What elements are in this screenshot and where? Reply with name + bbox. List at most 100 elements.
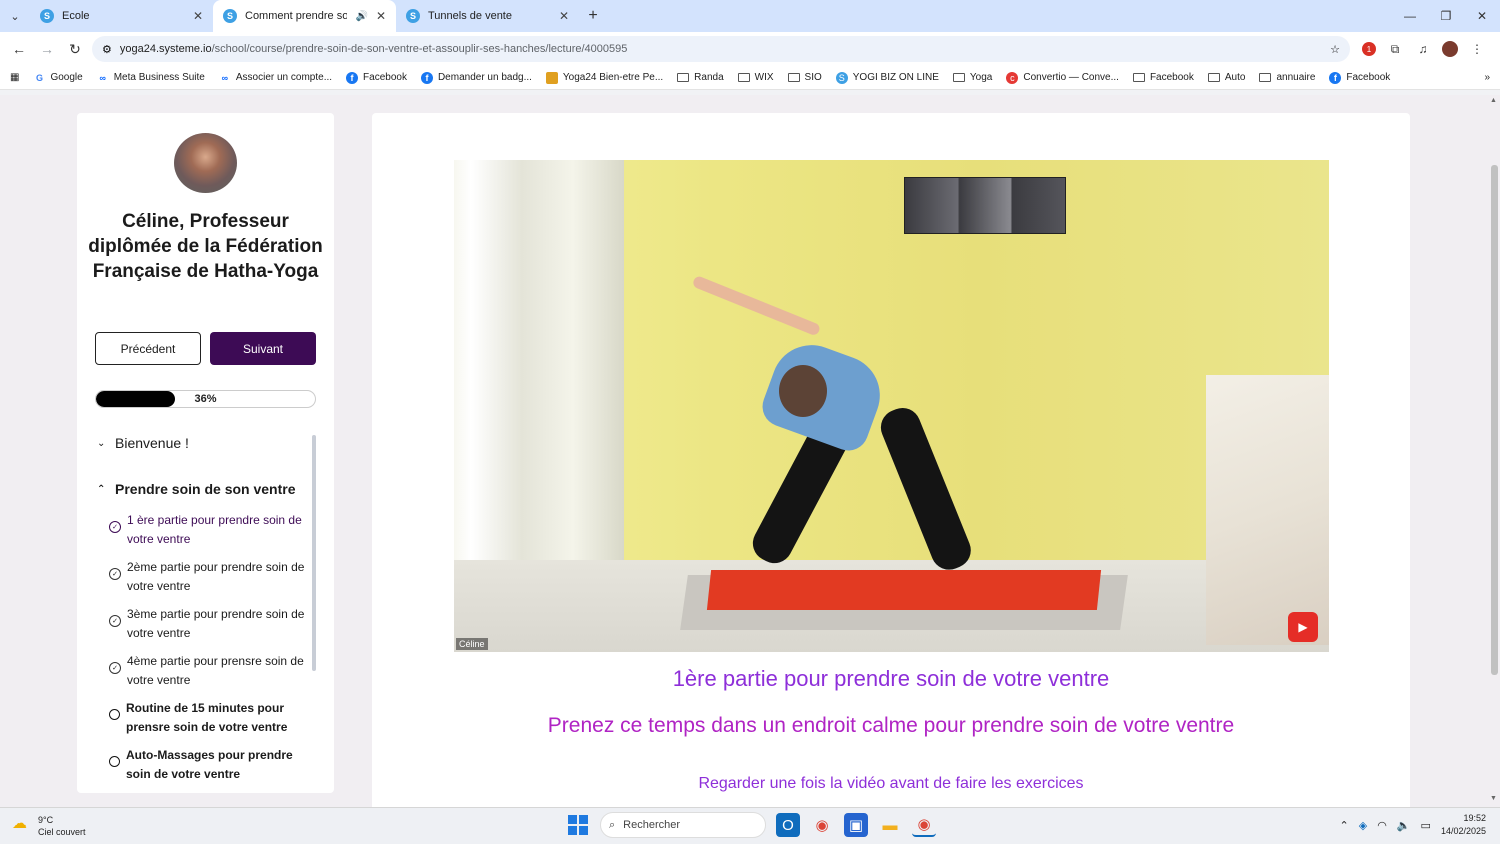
video-scene-door: [454, 160, 624, 620]
scroll-down-icon[interactable]: ▼: [1490, 795, 1497, 802]
speaker-icon[interactable]: 🔊: [355, 11, 367, 22]
module-prendre-soin[interactable]: ⌃ Prendre soin de son ventre: [97, 481, 296, 497]
file-explorer-icon[interactable]: ▬: [878, 813, 902, 837]
bookmark-label: Yoga: [969, 72, 993, 83]
lesson-content: Céline ▶ 1ère partie pour prendre soin d…: [372, 113, 1410, 813]
video-player[interactable]: Céline ▶: [454, 160, 1329, 652]
back-button[interactable]: ←: [8, 38, 30, 60]
lesson-heading: 1ère partie pour prendre soin de votre v…: [672, 666, 1110, 691]
bookmark-folder-randa[interactable]: Randa: [677, 72, 724, 83]
volume-icon[interactable]: 🔈: [1397, 819, 1411, 832]
tab-search-button[interactable]: ⌄: [0, 0, 30, 32]
chrome-icon[interactable]: ◉: [810, 813, 834, 837]
bookmark-facebook-2[interactable]: f Facebook: [1329, 71, 1391, 84]
clock-time: 19:52: [1463, 813, 1486, 823]
chevron-right-double-icon[interactable]: »: [1484, 72, 1490, 83]
lesson-subtitle: Prenez ce temps dans un endroit calme po…: [547, 714, 1235, 737]
scrollbar-thumb[interactable]: [1491, 165, 1498, 675]
apps-grid-icon[interactable]: ▦: [10, 72, 19, 83]
defender-icon[interactable]: ◈: [1359, 819, 1367, 832]
system-tray: ⌃ ◈ ◠ 🔈 ▭ 19:52 14/02/2025: [1340, 812, 1486, 838]
omnibox[interactable]: ⚙ yoga24.systeme.io/school/course/prendr…: [92, 36, 1350, 62]
course-sidebar: Céline, Professeur diplômée de la Fédéra…: [77, 113, 334, 793]
bookmark-folder-yoga[interactable]: Yoga: [952, 72, 993, 83]
taskbar-search[interactable]: ⌕ Rechercher: [600, 812, 766, 838]
more-menu-icon[interactable]: ⋮: [1468, 40, 1486, 58]
star-icon[interactable]: ☆: [1330, 43, 1340, 56]
bookmark-folder-auto[interactable]: Auto: [1207, 72, 1245, 83]
check-circle-icon: ✓: [109, 662, 121, 674]
lesson-title: 4ème partie pour prensre soin de votre v…: [127, 654, 304, 687]
bookmark-folder-facebook[interactable]: Facebook: [1132, 72, 1194, 83]
extension-badge-icon[interactable]: 1: [1362, 42, 1376, 56]
tab-course[interactable]: S Comment prendre soin de 🔊 ✕: [213, 0, 396, 32]
page-scrollbar[interactable]: ▲ ▼: [1489, 95, 1500, 807]
lesson-item[interactable]: Routine de 15 minutes pour prensre soin …: [109, 699, 309, 737]
bookmark-convertio[interactable]: c Convertio — Conve...: [1006, 71, 1119, 84]
clock[interactable]: 19:52 14/02/2025: [1441, 812, 1486, 838]
lesson-title: 2ème partie pour prendre soin de votre v…: [127, 560, 305, 593]
lesson-item[interactable]: ✓ 4ème partie pour prensre soin de votre…: [109, 652, 309, 690]
puzzle-icon[interactable]: ⧉: [1386, 40, 1404, 58]
bookmark-google[interactable]: G Google: [33, 72, 83, 84]
media-controls-icon[interactable]: ♫: [1414, 40, 1432, 58]
previous-button[interactable]: Précédent: [95, 332, 201, 365]
bookmark-label: annuaire: [1276, 72, 1316, 83]
chevron-up-icon[interactable]: ⌃: [1340, 819, 1349, 832]
bookmark-facebook[interactable]: f Facebook: [346, 71, 407, 84]
close-icon[interactable]: ✕: [559, 9, 569, 23]
module-list: ⌄ Bienvenue ! ⌃ Prendre soin de son vent…: [77, 435, 321, 780]
site-info-icon[interactable]: ⚙: [102, 43, 112, 56]
url-host: yoga24.systeme.io: [119, 43, 212, 55]
lesson-item[interactable]: ✓ 3ème partie pour prendre soin de votre…: [109, 605, 309, 643]
module-bienvenue[interactable]: ⌄ Bienvenue !: [97, 435, 189, 451]
tab-ecole[interactable]: S Ecole ✕: [30, 0, 213, 32]
tab-title: Ecole: [62, 10, 90, 22]
weather-widget[interactable]: ☁ 9°C Ciel couvert: [12, 814, 86, 838]
bookmark-yoga24[interactable]: Yoga24 Bien-etre Pe...: [545, 71, 664, 84]
bookmark-folder-annuaire[interactable]: annuaire: [1259, 72, 1315, 83]
course-page: Céline, Professeur diplômée de la Fédéra…: [0, 95, 1500, 813]
bookmark-folder-sio[interactable]: SIO: [787, 72, 822, 83]
restore-icon[interactable]: ❐: [1428, 0, 1464, 32]
reload-icon: ↻: [69, 40, 81, 57]
lesson-item[interactable]: ✓ 2ème partie pour prendre soin de votre…: [109, 558, 309, 596]
url-text[interactable]: yoga24.systeme.io/school/course/prendre-…: [120, 43, 1322, 55]
minimize-icon[interactable]: —: [1392, 0, 1428, 32]
close-icon[interactable]: ✕: [376, 9, 386, 23]
bookmark-yogi-biz[interactable]: S YOGI BIZ ON LINE: [835, 71, 939, 84]
forward-button[interactable]: →: [36, 38, 58, 60]
window-controls: — ❐ ✕: [1392, 0, 1500, 32]
battery-icon[interactable]: ▭: [1421, 819, 1431, 832]
outlook-icon[interactable]: O: [776, 813, 800, 837]
video-scene-painting: [904, 177, 1066, 234]
new-tab-button[interactable]: +: [579, 7, 607, 25]
profile-avatar[interactable]: [1442, 41, 1458, 57]
windows-start-icon[interactable]: [566, 813, 590, 837]
wifi-icon[interactable]: ◠: [1377, 819, 1387, 832]
lesson-item[interactable]: Auto-Massages pour prendre soin de votre…: [109, 746, 309, 780]
bookmark-associer[interactable]: ∞ Associer un compte...: [219, 72, 332, 84]
facebook-icon: f: [420, 71, 433, 84]
bookmark-demander-badge[interactable]: f Demander un badg...: [420, 71, 532, 84]
store-icon[interactable]: ▣: [844, 813, 868, 837]
bookmark-label: Google: [50, 72, 83, 83]
tab-tunnels[interactable]: S Tunnels de vente ✕: [396, 0, 579, 32]
youtube-icon[interactable]: ▶: [1288, 612, 1318, 642]
folder-icon: [677, 73, 690, 82]
bookmark-label: Convertio — Conve...: [1023, 72, 1119, 83]
reload-button[interactable]: ↻: [64, 38, 86, 60]
next-button[interactable]: Suivant: [210, 332, 316, 365]
bookmark-meta-business[interactable]: ∞ Meta Business Suite: [97, 72, 204, 84]
scroll-up-icon[interactable]: ▲: [1490, 97, 1497, 104]
bookmark-folder-wix[interactable]: WIX: [737, 72, 774, 83]
chrome-active-icon[interactable]: ◉: [912, 813, 936, 837]
bookmark-label: Yoga24 Bien-etre Pe...: [562, 72, 664, 83]
extensions-area: 1 ⧉ ♫ ⋮: [1356, 40, 1492, 58]
bookmark-label: Facebook: [1346, 72, 1391, 83]
close-icon[interactable]: ✕: [193, 9, 203, 23]
close-window-icon[interactable]: ✕: [1464, 0, 1500, 32]
lesson-item[interactable]: ✓ 1 ère partie pour prendre soin de votr…: [109, 511, 309, 549]
check-circle-icon: ✓: [109, 521, 121, 533]
facebook-icon: f: [1329, 71, 1342, 84]
